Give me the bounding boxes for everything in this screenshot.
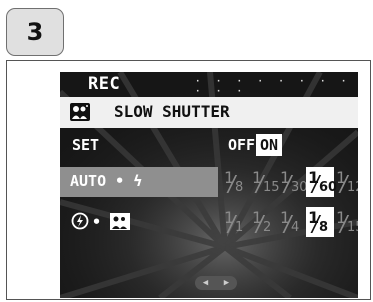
menu-title-bar: SLOW SHUTTER: [60, 97, 358, 128]
speed-denominator: 15: [347, 220, 358, 235]
set-label: SET: [72, 136, 100, 154]
flash-speed-option[interactable]: 1/1: [222, 207, 250, 237]
rec-title: REC: [88, 74, 121, 94]
auto-flash-label: AUTO • ϟ: [70, 172, 143, 190]
speed-denominator: 8: [319, 220, 329, 235]
auto-speed-option[interactable]: 1/8: [222, 167, 250, 197]
auto-speed-option[interactable]: 1/30: [278, 167, 308, 197]
step-number-badge: 3: [6, 8, 64, 56]
flash-separator: •: [92, 213, 111, 231]
header-dots: · · · · · · · · · · ·: [195, 77, 352, 97]
night-portrait-icon: [70, 103, 90, 121]
flash-speed-option[interactable]: 1/2: [250, 207, 278, 237]
night-portrait-small-icon: [110, 213, 131, 230]
speed-denominator: 8: [235, 180, 244, 195]
set-option-on[interactable]: ON: [256, 134, 283, 156]
set-option-off[interactable]: OFF: [226, 134, 257, 156]
flash-speed-option[interactable]: 1/15: [334, 207, 358, 237]
speed-denominator: 2: [263, 220, 272, 235]
flash-off-night-portrait-label: •: [70, 212, 131, 231]
auto-speed-option[interactable]: 1/125: [334, 167, 358, 197]
nav-right-icon: ▶: [223, 278, 230, 288]
flash-off-icon: [71, 212, 89, 230]
left-right-nav-indicator: ◀ ▶: [195, 276, 237, 290]
nav-left-icon: ◀: [202, 278, 209, 288]
speed-denominator: 1: [235, 220, 244, 235]
auto-speed-option[interactable]: 1/60: [306, 167, 337, 197]
auto-speed-option[interactable]: 1/15: [250, 167, 280, 197]
camera-lcd-screen: REC · · · · · · · · · · · SLOW SHUTTER S…: [60, 72, 358, 298]
speed-denominator: 125: [347, 180, 358, 195]
speed-denominator: 4: [291, 220, 300, 235]
flash-speed-option[interactable]: 1/8: [306, 207, 334, 237]
step-number: 3: [26, 18, 44, 46]
flash-speed-option[interactable]: 1/4: [278, 207, 306, 237]
menu-title: SLOW SHUTTER: [114, 102, 230, 121]
